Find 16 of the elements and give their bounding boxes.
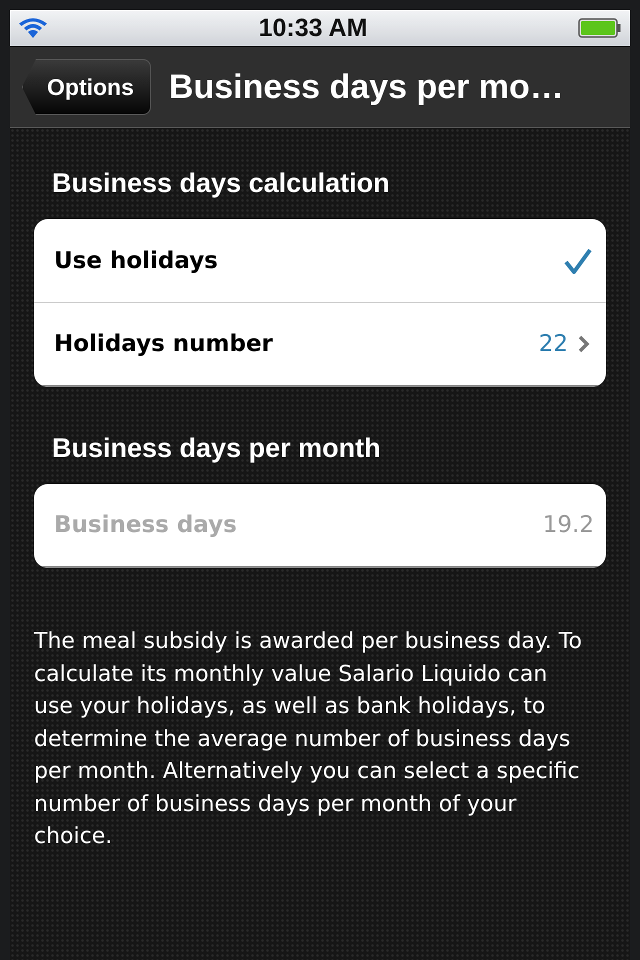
chevron-icon — [578, 335, 590, 353]
screen-title: Business days per mo… — [168, 68, 564, 106]
row-label: Business days — [54, 512, 238, 538]
row-label: Holidays number — [54, 331, 274, 357]
section-header: Business days calculation — [51, 168, 391, 199]
back-button[interactable]: Options — [22, 59, 151, 115]
row-value: 19.2 — [542, 512, 594, 538]
section-header: Business days per month — [51, 433, 382, 464]
footer-text: The meal subsidy is awarded per business day. To calculate its monthly value Salario Liquido can use your holidays, as well as bank holidays, to determine the average number of business days per month. Alternatively you can select a specific number of business days per month of your choice. — [34, 628, 583, 851]
wifi-icon — [18, 17, 48, 39]
battery-icon — [578, 18, 622, 38]
settings-row[interactable]: Use holidays — [34, 219, 606, 303]
row-value: 22 — [538, 331, 568, 357]
status-time: 10:33 AM — [258, 14, 368, 42]
row-label: Use holidays — [54, 248, 219, 274]
settings-row[interactable]: Holidays number 22 — [34, 303, 606, 387]
